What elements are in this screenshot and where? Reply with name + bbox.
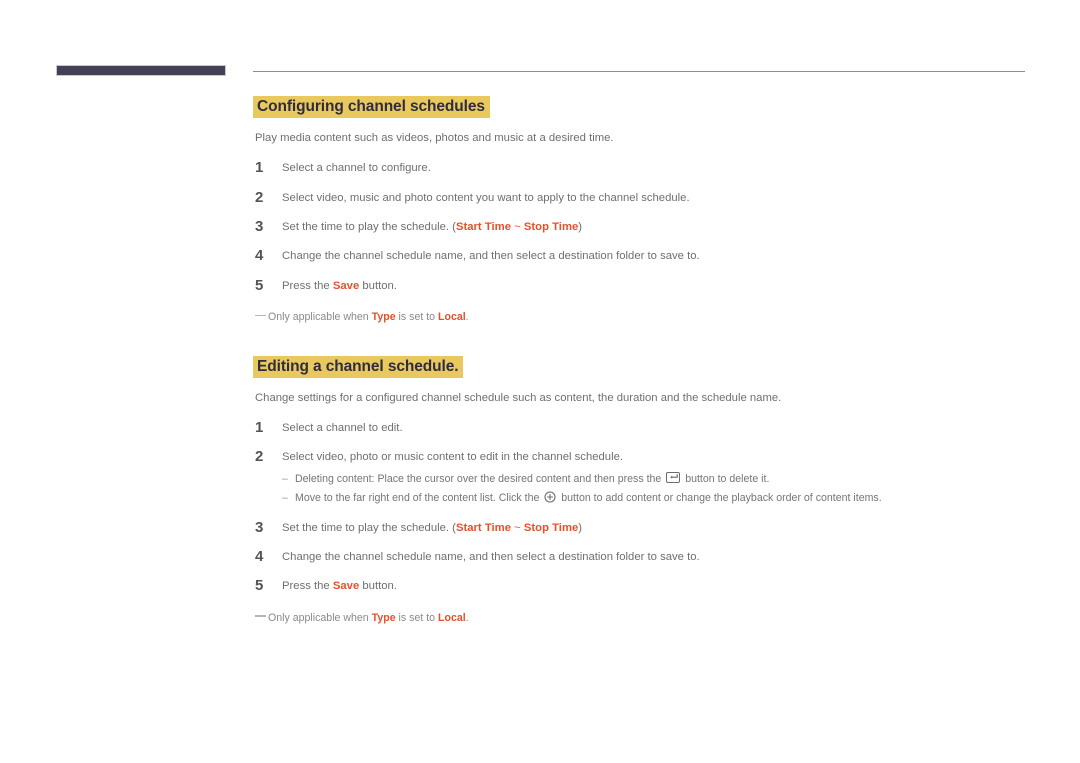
sub-item-text: Move to the far right end of the content…: [295, 491, 543, 504]
section-heading: Editing a channel schedule.: [253, 355, 464, 379]
step-number: 5: [255, 276, 264, 294]
section-editing-a-channel-schedule: Editing a channel schedule. Change setti…: [253, 355, 1043, 626]
step-number: 2: [255, 448, 264, 466]
step-item: 4 Change the channel schedule name, and …: [253, 547, 1043, 565]
header-divider-rule: [253, 71, 1025, 72]
note-text-suffix: .: [465, 611, 469, 624]
step-number: 4: [255, 247, 264, 265]
document-page: Configuring channel schedules Play media…: [0, 0, 1080, 763]
step-list: 1 Select a channel to edit. 2 Select vid…: [253, 419, 1043, 595]
section-intro-text: Change settings for a configured channel…: [255, 392, 782, 405]
step-list: 1 Select a channel to configure. 2 Selec…: [253, 159, 1043, 294]
section-note: Only applicable when Type is set to Loca…: [255, 611, 1043, 626]
section-intro-text: Play media content such as videos, photo…: [255, 132, 614, 145]
setting-name-stop-time: Stop Time: [523, 521, 579, 534]
note-dash-icon: [255, 314, 266, 317]
step-number: 2: [255, 188, 264, 206]
content-column: Configuring channel schedules Play media…: [253, 96, 1043, 636]
step-number: 4: [255, 547, 264, 565]
step-item: 2 Select video, music and photo content …: [253, 188, 1043, 206]
range-separator: ~: [511, 220, 524, 233]
step-text: Press the: [282, 279, 333, 292]
step-item: 1 Select a channel to edit.: [253, 419, 1043, 437]
sub-item: – Deleting content: Place the cursor over…: [282, 471, 1043, 488]
enter-key-icon: [666, 471, 681, 483]
sub-item: – Move to the far right end of the conten…: [282, 491, 1043, 507]
step-text-suffix: ): [578, 521, 583, 534]
range-separator: ~: [511, 521, 524, 534]
step-item: 3 Set the time to play the schedule. (St…: [253, 518, 1043, 536]
note-text-mid: is set to: [395, 611, 438, 624]
step-text-suffix: button.: [359, 279, 397, 292]
note-text: Only applicable when: [268, 611, 372, 624]
section-configuring-channel-schedules: Configuring channel schedules Play media…: [253, 96, 1043, 325]
step-number: 1: [255, 419, 264, 437]
step-text: Set the time to play the schedule. (: [282, 521, 456, 534]
sub-item-dash: –: [282, 491, 288, 504]
sub-item-text-suffix: button to delete it.: [682, 472, 770, 485]
note-dash-icon: [255, 615, 266, 617]
setting-name-stop-time: Stop Time: [523, 220, 579, 233]
section-note: Only applicable when Type is set to Loca…: [255, 310, 1043, 325]
step-item: 2 Select video, photo or music content t…: [253, 448, 1043, 507]
button-name-save: Save: [332, 279, 360, 292]
sub-item-dash: –: [282, 472, 288, 485]
button-name-save: Save: [332, 580, 360, 593]
step-text: Select a channel to configure.: [282, 162, 431, 175]
setting-name-start-time: Start Time: [455, 521, 511, 534]
sub-item-list: – Deleting content: Place the cursor over…: [282, 471, 1043, 507]
step-item: 1 Select a channel to configure.: [253, 159, 1043, 177]
setting-value-local: Local: [438, 311, 466, 324]
note-text-mid: is set to: [395, 311, 438, 324]
sub-item-text: Deleting content: Place the cursor over …: [295, 472, 665, 485]
step-item: 5 Press the Save button.: [253, 276, 1043, 294]
step-item: 4 Change the channel schedule name, and …: [253, 247, 1043, 265]
step-text: Select video, music and photo content yo…: [282, 191, 690, 204]
step-text-suffix: ): [578, 220, 583, 233]
sub-item-text-suffix: button to add content or change the play…: [558, 491, 882, 504]
header-accent-bar: [56, 65, 226, 76]
step-number: 5: [255, 577, 264, 595]
section-heading: Configuring channel schedules: [253, 96, 490, 119]
setting-name-type: Type: [371, 611, 396, 624]
plus-circle-icon: [544, 491, 556, 503]
step-number: 1: [255, 159, 264, 177]
step-text: Select video, photo or music content to …: [282, 451, 624, 464]
step-text: Press the: [282, 580, 333, 593]
setting-value-local: Local: [438, 611, 466, 624]
setting-name-type: Type: [371, 311, 396, 324]
step-text-suffix: button.: [359, 580, 397, 593]
setting-name-start-time: Start Time: [455, 220, 511, 233]
step-number: 3: [255, 518, 264, 536]
note-text-suffix: .: [465, 311, 469, 324]
step-number: 3: [255, 217, 264, 235]
step-item: 3 Set the time to play the schedule. (St…: [253, 217, 1043, 235]
step-item: 5 Press the Save button.: [253, 577, 1043, 595]
step-text: Set the time to play the schedule. (: [282, 220, 456, 233]
note-text: Only applicable when: [268, 311, 372, 324]
step-text: Change the channel schedule name, and th…: [282, 250, 700, 263]
step-text: Change the channel schedule name, and th…: [282, 550, 700, 563]
step-text: Select a channel to edit.: [282, 422, 403, 435]
